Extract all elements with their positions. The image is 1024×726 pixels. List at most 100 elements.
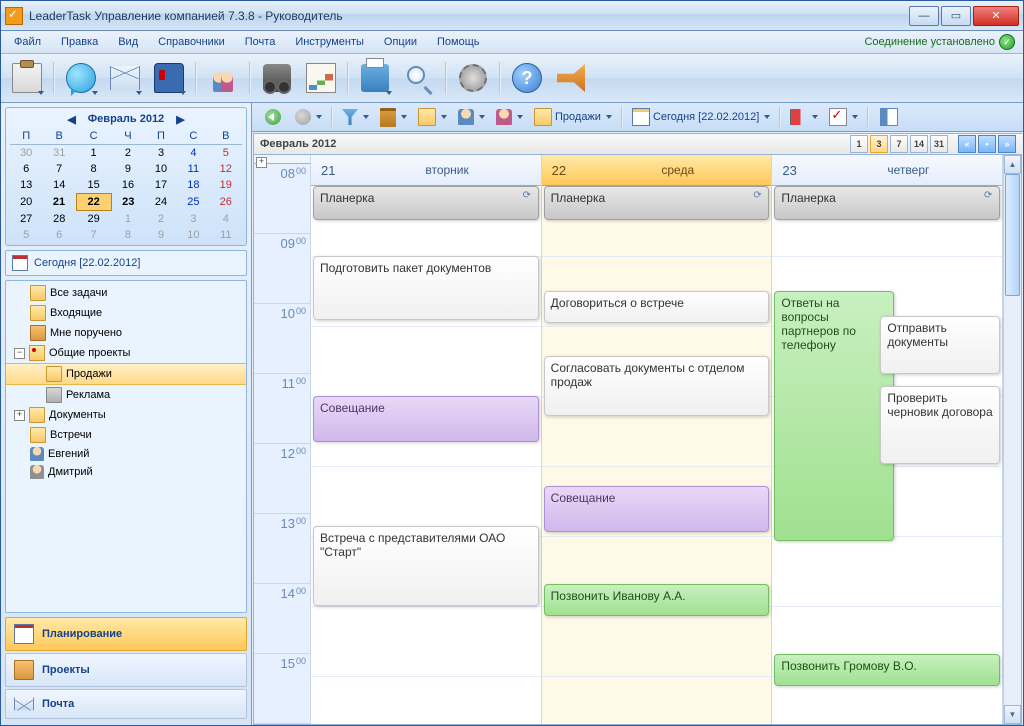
calendar-event[interactable]: Проверить черновик договора	[880, 386, 1000, 464]
calendar-event[interactable]: Планерка⟳	[313, 186, 539, 220]
tree-ads[interactable]: Реклама	[6, 385, 246, 405]
cal-scroll-left[interactable]: «	[958, 135, 976, 153]
clipboard-button[interactable]	[7, 58, 47, 98]
cal-day[interactable]: 6	[10, 161, 42, 177]
cal-day[interactable]: 3	[177, 211, 209, 228]
scroll-up[interactable]: ▲	[1004, 155, 1021, 174]
users-button[interactable]	[203, 58, 243, 98]
menu-file[interactable]: Файл	[5, 33, 50, 51]
cal-day[interactable]: 1	[76, 145, 111, 162]
tree-user-dmitriy[interactable]: Дмитрий	[6, 463, 246, 481]
cal-day[interactable]: 23	[111, 194, 145, 211]
cal-day[interactable]: 29	[76, 211, 111, 228]
expander[interactable]: −	[14, 348, 25, 359]
today-link[interactable]: Сегодня [22.02.2012]	[5, 250, 247, 276]
cal-day[interactable]: 12	[210, 161, 242, 177]
nav-mail[interactable]: Почта	[5, 689, 247, 719]
cal-day[interactable]: 15	[76, 177, 111, 194]
day-header[interactable]: 22среда	[542, 155, 772, 186]
nav-back[interactable]	[258, 105, 288, 129]
cal-day[interactable]: 2	[145, 211, 177, 228]
cal-day[interactable]: 17	[145, 177, 177, 194]
filter-today[interactable]: Сегодня [22.02.2012]	[628, 105, 774, 129]
cal-today[interactable]: •	[978, 135, 996, 153]
filter-project-sel[interactable]: Продажи	[530, 105, 616, 129]
cal-day[interactable]: 5	[210, 145, 242, 162]
calendar-grid[interactable]: ПВСЧПСВ303112345678910111213141516171819…	[10, 128, 242, 243]
day-header[interactable]: 21вторник	[311, 155, 541, 186]
preview-button[interactable]	[399, 58, 439, 98]
cal-day[interactable]: 4	[210, 211, 242, 228]
calendar-event[interactable]: Согласовать документы с отделом продаж	[544, 356, 770, 416]
menu-refs[interactable]: Справочники	[149, 33, 234, 51]
tree-common-projects[interactable]: −Общие проекты	[6, 343, 246, 363]
settings-button[interactable]	[453, 58, 493, 98]
tree-all-tasks[interactable]: Все задачи	[6, 283, 246, 303]
minimize-button[interactable]: —	[909, 6, 939, 26]
day-grid[interactable]: Планерка⟳Договориться о встречеСогласова…	[542, 186, 772, 724]
calendar-event[interactable]: Ответы на вопросы партнеров по телефону	[774, 291, 894, 541]
nav-forward[interactable]	[291, 105, 326, 129]
help-button[interactable]	[507, 58, 547, 98]
tree-docs[interactable]: +Документы	[6, 405, 246, 425]
cal-day[interactable]: 16	[111, 177, 145, 194]
scroll-thumb[interactable]	[1005, 174, 1020, 296]
scroll-down[interactable]: ▼	[1004, 705, 1021, 724]
view-1day[interactable]: 1	[850, 135, 868, 153]
expander[interactable]: +	[14, 410, 25, 421]
filter-group[interactable]	[492, 105, 527, 129]
filter-layout[interactable]	[874, 105, 904, 129]
maximize-button[interactable]: ▭	[941, 6, 971, 26]
nav-projects[interactable]: Проекты	[5, 653, 247, 687]
cal-day[interactable]: 30	[10, 145, 42, 162]
calendar-event[interactable]: Совещание	[544, 486, 770, 532]
calendar-event[interactable]: Позвонить Иванову А.А.	[544, 584, 770, 616]
cal-day[interactable]: 25	[177, 194, 209, 211]
cal-day[interactable]: 19	[210, 177, 242, 194]
cal-day[interactable]: 3	[145, 145, 177, 162]
calendar-event[interactable]: Позвонить Громову В.О.	[774, 654, 1000, 686]
cal-next[interactable]: ▶	[172, 113, 188, 126]
cal-day[interactable]: 8	[111, 227, 145, 243]
mail-button[interactable]	[105, 58, 145, 98]
tree-inbox[interactable]: Входящие	[6, 303, 246, 323]
calendar-event[interactable]: Совещание	[313, 396, 539, 442]
cal-day[interactable]: 26	[210, 194, 242, 211]
tree-sales[interactable]: Продажи	[6, 363, 246, 385]
mailbox-button[interactable]	[149, 58, 189, 98]
filter-flag[interactable]	[786, 105, 822, 129]
cal-day[interactable]: 11	[210, 227, 242, 243]
menu-options[interactable]: Опции	[375, 33, 426, 51]
view-14day[interactable]: 14	[910, 135, 928, 153]
filter-check[interactable]	[825, 105, 862, 129]
calendar-event[interactable]: Планерка⟳	[774, 186, 1000, 220]
cal-day[interactable]: 9	[145, 227, 177, 243]
cal-day[interactable]: 10	[177, 227, 209, 243]
cal-day[interactable]: 21	[42, 194, 76, 211]
cal-day[interactable]: 9	[111, 161, 145, 177]
menu-edit[interactable]: Правка	[52, 33, 107, 51]
cal-day[interactable]: 8	[76, 161, 111, 177]
menu-mail[interactable]: Почта	[236, 33, 285, 51]
cal-day[interactable]: 11	[177, 161, 209, 177]
cal-day[interactable]: 28	[42, 211, 76, 228]
cal-day[interactable]: 1	[111, 211, 145, 228]
vertical-scrollbar[interactable]: ▲ ▼	[1003, 155, 1021, 724]
view-31day[interactable]: 31	[930, 135, 948, 153]
view-3day[interactable]: 3	[870, 135, 888, 153]
cal-day[interactable]: 6	[42, 227, 76, 243]
day-grid[interactable]: Планерка⟳Подготовить пакет документовСов…	[311, 186, 541, 724]
view-7day[interactable]: 7	[890, 135, 908, 153]
cal-day[interactable]: 4	[177, 145, 209, 162]
expand-allday[interactable]: +	[256, 157, 267, 168]
filter-person[interactable]	[454, 105, 489, 129]
cal-scroll-right[interactable]: »	[998, 135, 1016, 153]
filter-folder[interactable]	[414, 105, 451, 129]
tree-user-evgeniy[interactable]: Евгений	[6, 445, 246, 463]
cal-day[interactable]: 14	[42, 177, 76, 194]
filter-case[interactable]	[376, 105, 411, 129]
cal-day[interactable]: 7	[42, 161, 76, 177]
cal-day[interactable]: 13	[10, 177, 42, 194]
cal-prev[interactable]: ◀	[63, 113, 79, 126]
cal-day[interactable]: 2	[111, 145, 145, 162]
